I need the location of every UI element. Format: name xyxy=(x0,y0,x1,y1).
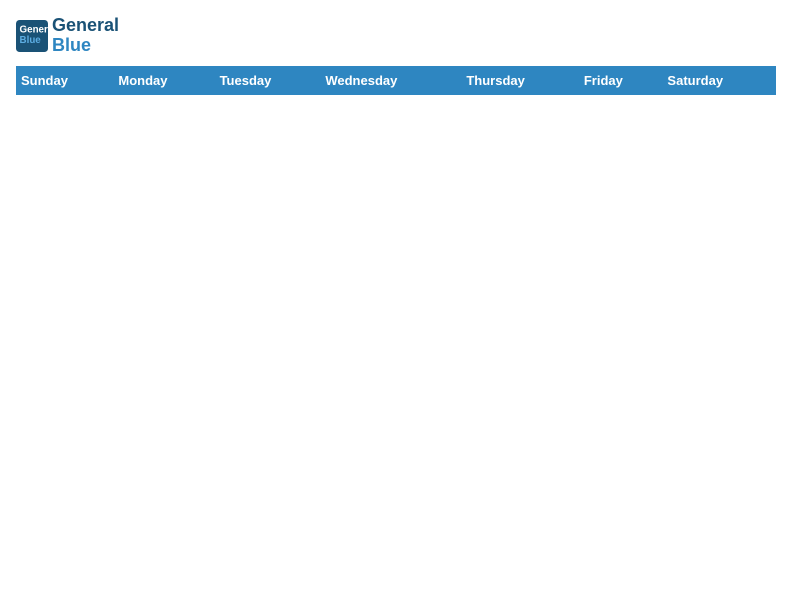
logo-icon: General Blue xyxy=(16,20,48,52)
column-header-saturday: Saturday xyxy=(663,66,776,94)
calendar-header-row: SundayMondayTuesdayWednesdayThursdayFrid… xyxy=(17,66,776,94)
logo: General Blue General Blue xyxy=(16,16,119,56)
column-header-wednesday: Wednesday xyxy=(321,66,462,94)
column-header-tuesday: Tuesday xyxy=(215,66,321,94)
svg-text:Blue: Blue xyxy=(20,35,42,46)
column-header-thursday: Thursday xyxy=(462,66,580,94)
column-header-sunday: Sunday xyxy=(17,66,114,94)
logo-text: General Blue xyxy=(52,16,119,56)
calendar-table: SundayMondayTuesdayWednesdayThursdayFrid… xyxy=(16,66,776,95)
column-header-monday: Monday xyxy=(114,66,215,94)
page-header: General Blue General Blue xyxy=(16,16,776,56)
svg-text:General: General xyxy=(20,24,48,35)
column-header-friday: Friday xyxy=(579,66,663,94)
